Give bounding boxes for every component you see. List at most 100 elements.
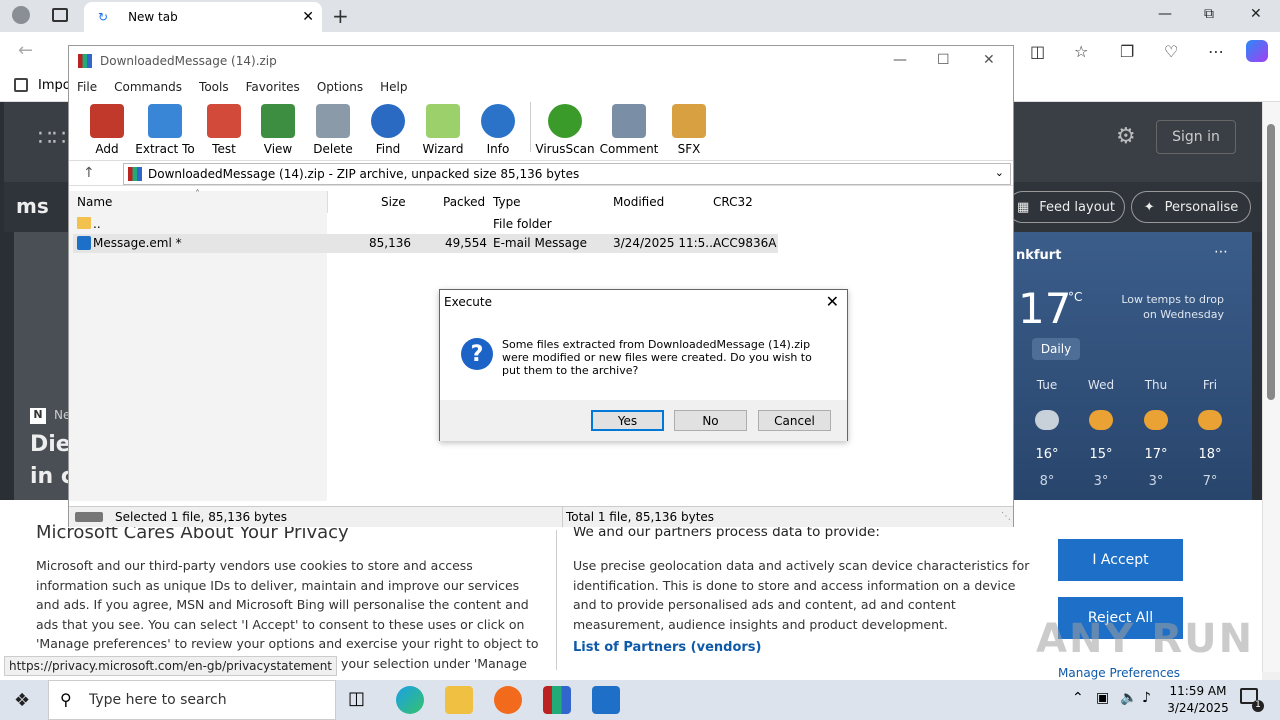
- feed-layout-icon: ▦: [1016, 199, 1030, 215]
- volume-icon[interactable]: 🔈: [1120, 690, 1137, 706]
- col-type[interactable]: Type: [493, 195, 521, 209]
- close-icon[interactable]: ✕: [983, 52, 995, 68]
- favorites-icon[interactable]: ☆: [1074, 42, 1088, 61]
- winrar-pathbar: ↑ DownloadedMessage (14).zip - ZIP archi…: [69, 160, 1013, 186]
- delete-label: Delete: [313, 142, 353, 156]
- task-view-icon[interactable]: ◫: [348, 686, 376, 714]
- up-folder-icon[interactable]: ↑: [83, 165, 95, 181]
- no-button[interactable]: No: [674, 410, 747, 431]
- add-button[interactable]: Add: [77, 104, 137, 156]
- file-explorer-icon[interactable]: [445, 686, 473, 714]
- find-button[interactable]: Find: [358, 104, 418, 156]
- tray-chevron-icon[interactable]: ⌃: [1072, 690, 1084, 706]
- col-crc32[interactable]: CRC32: [713, 195, 753, 209]
- minimize-icon[interactable]: —: [1158, 6, 1172, 22]
- sfx-icon: [672, 104, 706, 138]
- file-modified: 3/24/2025 11:5...: [613, 236, 717, 250]
- tab-new-tab[interactable]: ↻ New tab ✕: [84, 2, 322, 32]
- outlook-icon[interactable]: [592, 686, 620, 714]
- toolbar-separator: [530, 102, 531, 152]
- weather-menu-icon[interactable]: ⋯: [1214, 244, 1228, 260]
- file-crc32: ACC9836A: [713, 236, 777, 250]
- virusscan-button[interactable]: VirusScan: [535, 104, 595, 156]
- weather-note: Low temps to drop on Wednesday: [1121, 293, 1224, 321]
- maximize-icon[interactable]: ☐: [937, 52, 950, 68]
- copilot-icon[interactable]: [1246, 40, 1268, 62]
- chevron-down-icon[interactable]: ⌄: [995, 166, 1004, 179]
- dialog-message: Some files extracted from DownloadedMess…: [502, 338, 812, 377]
- restore-icon[interactable]: ⧉: [1204, 6, 1214, 22]
- menu-favorites[interactable]: Favorites: [246, 80, 300, 94]
- list-item[interactable]: Message.eml * 85,136 49,554 E-mail Messa…: [73, 234, 778, 253]
- personalise-icon: ✦: [1143, 199, 1155, 215]
- file-name: Message.eml *: [93, 236, 182, 250]
- view-button[interactable]: View: [248, 104, 308, 156]
- yes-button[interactable]: Yes: [591, 410, 664, 431]
- taskbar-clock[interactable]: 11:59 AM 3/24/2025: [1160, 683, 1236, 717]
- virusscan-label: VirusScan: [535, 142, 595, 156]
- col-packed[interactable]: Packed: [443, 195, 485, 209]
- speaker-icon[interactable]: ♪: [1142, 690, 1151, 706]
- tab-title: New tab: [128, 10, 178, 24]
- col-modified[interactable]: Modified: [613, 195, 664, 209]
- test-button[interactable]: Test: [194, 104, 254, 156]
- settings-icon[interactable]: ⚙: [1116, 124, 1136, 149]
- comment-button[interactable]: Comment: [599, 104, 659, 156]
- watermark-logo: ANY RUN: [1036, 616, 1255, 662]
- accept-button[interactable]: I Accept: [1058, 539, 1183, 581]
- partly-cloudy-icon: [1198, 410, 1222, 430]
- windows-start-icon[interactable]: ❖: [14, 690, 30, 711]
- list-item[interactable]: .. File folder: [73, 215, 778, 234]
- feed-layout-button[interactable]: ▦ Feed layout: [1007, 191, 1125, 223]
- back-icon[interactable]: ←: [18, 40, 33, 61]
- sign-in-button[interactable]: Sign in: [1156, 120, 1236, 154]
- edge-icon[interactable]: [396, 686, 424, 714]
- scroll-thumb[interactable]: [1267, 124, 1275, 400]
- cancel-button[interactable]: Cancel: [758, 410, 831, 431]
- menu-file[interactable]: File: [77, 80, 97, 94]
- menu-options[interactable]: Options: [317, 80, 363, 94]
- tab-actions-icon[interactable]: [52, 8, 68, 22]
- personalise-button[interactable]: ✦ Personalise: [1131, 191, 1251, 223]
- menu-tools[interactable]: Tools: [199, 80, 229, 94]
- winrar-taskbar-icon[interactable]: [543, 686, 571, 714]
- news-card[interactable]: N Ne Die in c: [14, 232, 74, 500]
- more-icon[interactable]: ⋯: [1208, 42, 1224, 61]
- browser-essentials-icon[interactable]: ♡: [1164, 42, 1178, 61]
- col-name[interactable]: Name: [77, 195, 112, 209]
- info-button[interactable]: Info: [468, 104, 528, 156]
- page-scrollbar[interactable]: [1262, 102, 1280, 672]
- test-icon: [207, 104, 241, 138]
- tab-close-icon[interactable]: ✕: [302, 9, 314, 25]
- resize-grip-icon[interactable]: ⋱: [1001, 511, 1011, 522]
- msn-logo[interactable]: ms: [16, 194, 49, 218]
- archive-path[interactable]: DownloadedMessage (14).zip - ZIP archive…: [123, 163, 1011, 185]
- execute-dialog: Execute ✕ ? Some files extracted from Do…: [439, 289, 848, 441]
- minimize-icon[interactable]: —: [893, 52, 907, 68]
- manage-preferences-link[interactable]: Manage Preferences: [1058, 666, 1180, 680]
- file-type: File folder: [493, 217, 552, 231]
- partners-link[interactable]: List of Partners (vendors): [573, 640, 761, 655]
- dialog-close-icon[interactable]: ✕: [826, 292, 839, 311]
- menu-commands[interactable]: Commands: [114, 80, 182, 94]
- new-tab-button[interactable]: +: [332, 4, 349, 28]
- profile-icon[interactable]: [12, 6, 30, 24]
- sfx-button[interactable]: SFX: [659, 104, 719, 156]
- menu-help[interactable]: Help: [380, 80, 407, 94]
- col-size[interactable]: Size: [381, 195, 406, 209]
- split-screen-icon[interactable]: ◫: [1030, 42, 1045, 61]
- weather-city[interactable]: nkfurt: [1016, 248, 1061, 263]
- apps-grid-icon[interactable]: ∷∷: [38, 126, 66, 151]
- import-favorites-icon[interactable]: [14, 78, 28, 92]
- question-icon: ?: [461, 338, 493, 370]
- delete-button[interactable]: Delete: [303, 104, 363, 156]
- file-name: ..: [93, 217, 101, 231]
- wizard-button[interactable]: Wizard: [413, 104, 473, 156]
- collections-icon[interactable]: ❐: [1120, 42, 1134, 61]
- taskbar-search[interactable]: Type here to search: [48, 680, 336, 720]
- close-icon[interactable]: ✕: [1250, 6, 1262, 22]
- network-icon[interactable]: ▣: [1096, 690, 1109, 706]
- weather-tab-daily[interactable]: Daily: [1032, 338, 1080, 360]
- extract-to-button[interactable]: Extract To: [135, 104, 195, 156]
- firefox-icon[interactable]: [494, 686, 522, 714]
